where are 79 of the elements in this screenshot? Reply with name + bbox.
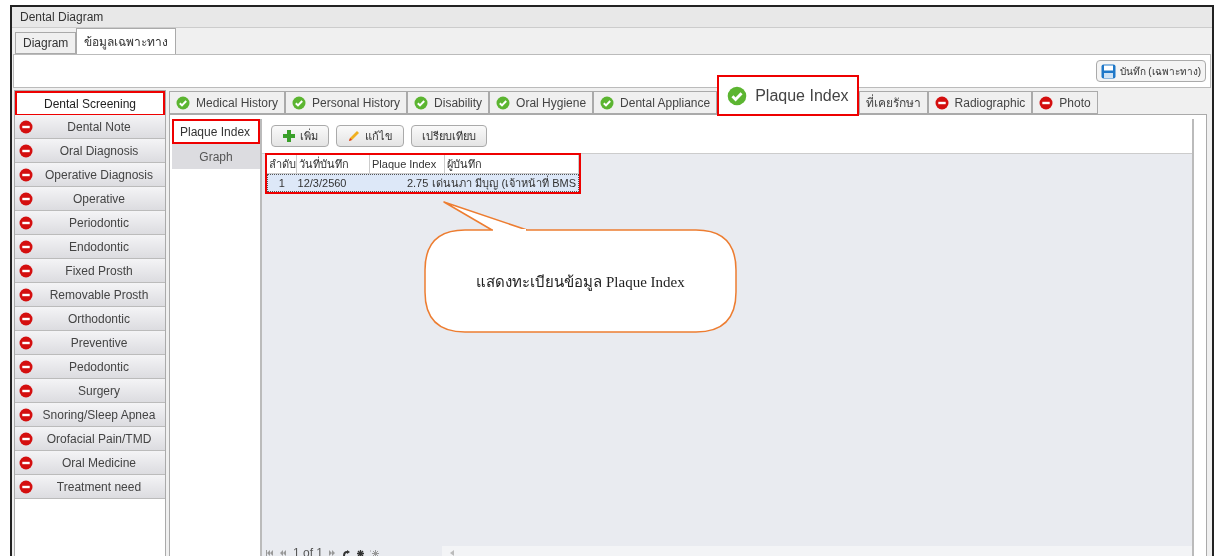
toolbar-button[interactable]: เพิ่ม	[271, 125, 329, 147]
pencil-icon	[347, 129, 361, 143]
table-row[interactable]: 1 12/3/2560 2.75 เด่นนภา มีบุญ (เจ้าหน้าที่ BMS	[267, 174, 579, 192]
first-page-icon[interactable]	[266, 550, 274, 556]
horizontal-scrollbar[interactable]	[442, 546, 1192, 556]
next-page-icon[interactable]	[329, 550, 337, 556]
sidebar-item[interactable]: Treatment need	[15, 475, 165, 499]
column-header[interactable]: วันที่บันทึก	[297, 155, 370, 173]
check-icon	[600, 95, 615, 110]
sidebar-item[interactable]: Oral Diagnosis	[15, 139, 165, 163]
minus-icon	[19, 359, 33, 374]
column-header[interactable]: Plaque Index	[370, 155, 445, 173]
minus-icon	[19, 455, 33, 470]
table-cell-text: เด่นนภา มีบุญ (เจ้าหน้าที่ BMS	[431, 175, 577, 191]
check-icon	[727, 85, 748, 106]
minus-icon	[19, 287, 33, 302]
sidebar-item[interactable]: Endodontic	[15, 235, 165, 259]
sidebar-item[interactable]: Surgery	[15, 379, 165, 403]
subnav-item[interactable]: Graph	[172, 144, 260, 169]
sidebar-item[interactable]: Operative Diagnosis	[15, 163, 165, 187]
table-cell-text: 2.75	[405, 176, 430, 191]
toolbar-button[interactable]: แก้ไข	[336, 125, 404, 147]
minus-icon	[1039, 95, 1054, 110]
tab[interactable]: Diagram	[15, 32, 77, 54]
minus-icon	[19, 311, 33, 326]
tab[interactable]: Oral Hygiene	[489, 91, 594, 114]
table-cell-text: 12/3/2560	[296, 176, 348, 191]
sidebar-item[interactable]: Orthodontic	[15, 307, 165, 331]
tab[interactable]: Medical History	[169, 91, 286, 114]
toolbar-button[interactable]: เปรียบเทียบ	[411, 125, 487, 147]
check-icon	[496, 95, 511, 110]
sidebar-item[interactable]: Pedodontic	[15, 355, 165, 379]
tab[interactable]: ที่เคยรักษา	[858, 91, 928, 114]
tab[interactable]: Radiographic	[927, 91, 1033, 114]
check-icon	[176, 95, 190, 110]
sidebar-item[interactable]: Orofacial Pain/TMD	[15, 427, 165, 451]
check-icon	[414, 95, 429, 110]
column-header[interactable]: ลำดับ	[267, 155, 297, 173]
tab[interactable]: ข้อมูลเฉพาะทาง	[76, 28, 177, 54]
tab[interactable]: Plaque Index	[717, 75, 859, 116]
save-icon	[1100, 63, 1116, 79]
table-cell-text: 1	[277, 176, 286, 191]
minus-icon	[19, 383, 33, 398]
minus-icon	[934, 95, 949, 110]
column-header[interactable]: ผู้บันทึก	[445, 155, 579, 173]
minus-icon	[19, 479, 33, 494]
tab[interactable]: Personal History	[285, 91, 408, 114]
minus-icon	[19, 335, 33, 350]
sidebar-item[interactable]: Oral Medicine	[15, 451, 165, 475]
sidebar-item[interactable]: Dental Note	[15, 115, 165, 139]
check-icon	[292, 95, 307, 110]
refresh-icon[interactable]	[342, 549, 352, 556]
minus-icon	[19, 407, 33, 422]
minus-icon	[19, 167, 33, 182]
scroll-left-icon[interactable]	[450, 550, 454, 556]
sidebar-item[interactable]: Removable Prosth	[15, 283, 165, 307]
sidebar-item[interactable]: Dental Screening	[15, 91, 165, 115]
minus-icon	[19, 119, 33, 134]
callout-text: แสดงทะเบียนข้อมูล Plaque Index	[475, 273, 686, 293]
minus-icon	[19, 263, 33, 278]
sidebar-item[interactable]: Preventive	[15, 331, 165, 355]
sidebar-item[interactable]: Snoring/Sleep Apnea	[15, 403, 165, 427]
tab[interactable]: Disability	[407, 91, 490, 114]
sidebar-item[interactable]: Operative	[15, 187, 165, 211]
plus-icon	[282, 129, 296, 143]
minus-icon	[19, 143, 33, 158]
minus-icon	[19, 215, 33, 230]
save-button[interactable]: บันทึก (เฉพาะทาง)	[1095, 60, 1206, 82]
minus-icon	[19, 191, 33, 206]
tab[interactable]: Dental Appliance	[593, 91, 718, 114]
asterisk-icon[interactable]	[357, 549, 365, 556]
minus-icon	[19, 431, 33, 446]
minus-icon	[19, 239, 33, 254]
subnav-item[interactable]: Plaque Index	[172, 119, 260, 144]
sidebar-item[interactable]: Periodontic	[15, 211, 165, 235]
window-title: Dental Diagram	[20, 9, 104, 26]
tab[interactable]: Photo	[1032, 91, 1098, 114]
previous-page-icon[interactable]	[280, 550, 287, 556]
sidebar-item[interactable]: Fixed Prosth	[15, 259, 165, 283]
